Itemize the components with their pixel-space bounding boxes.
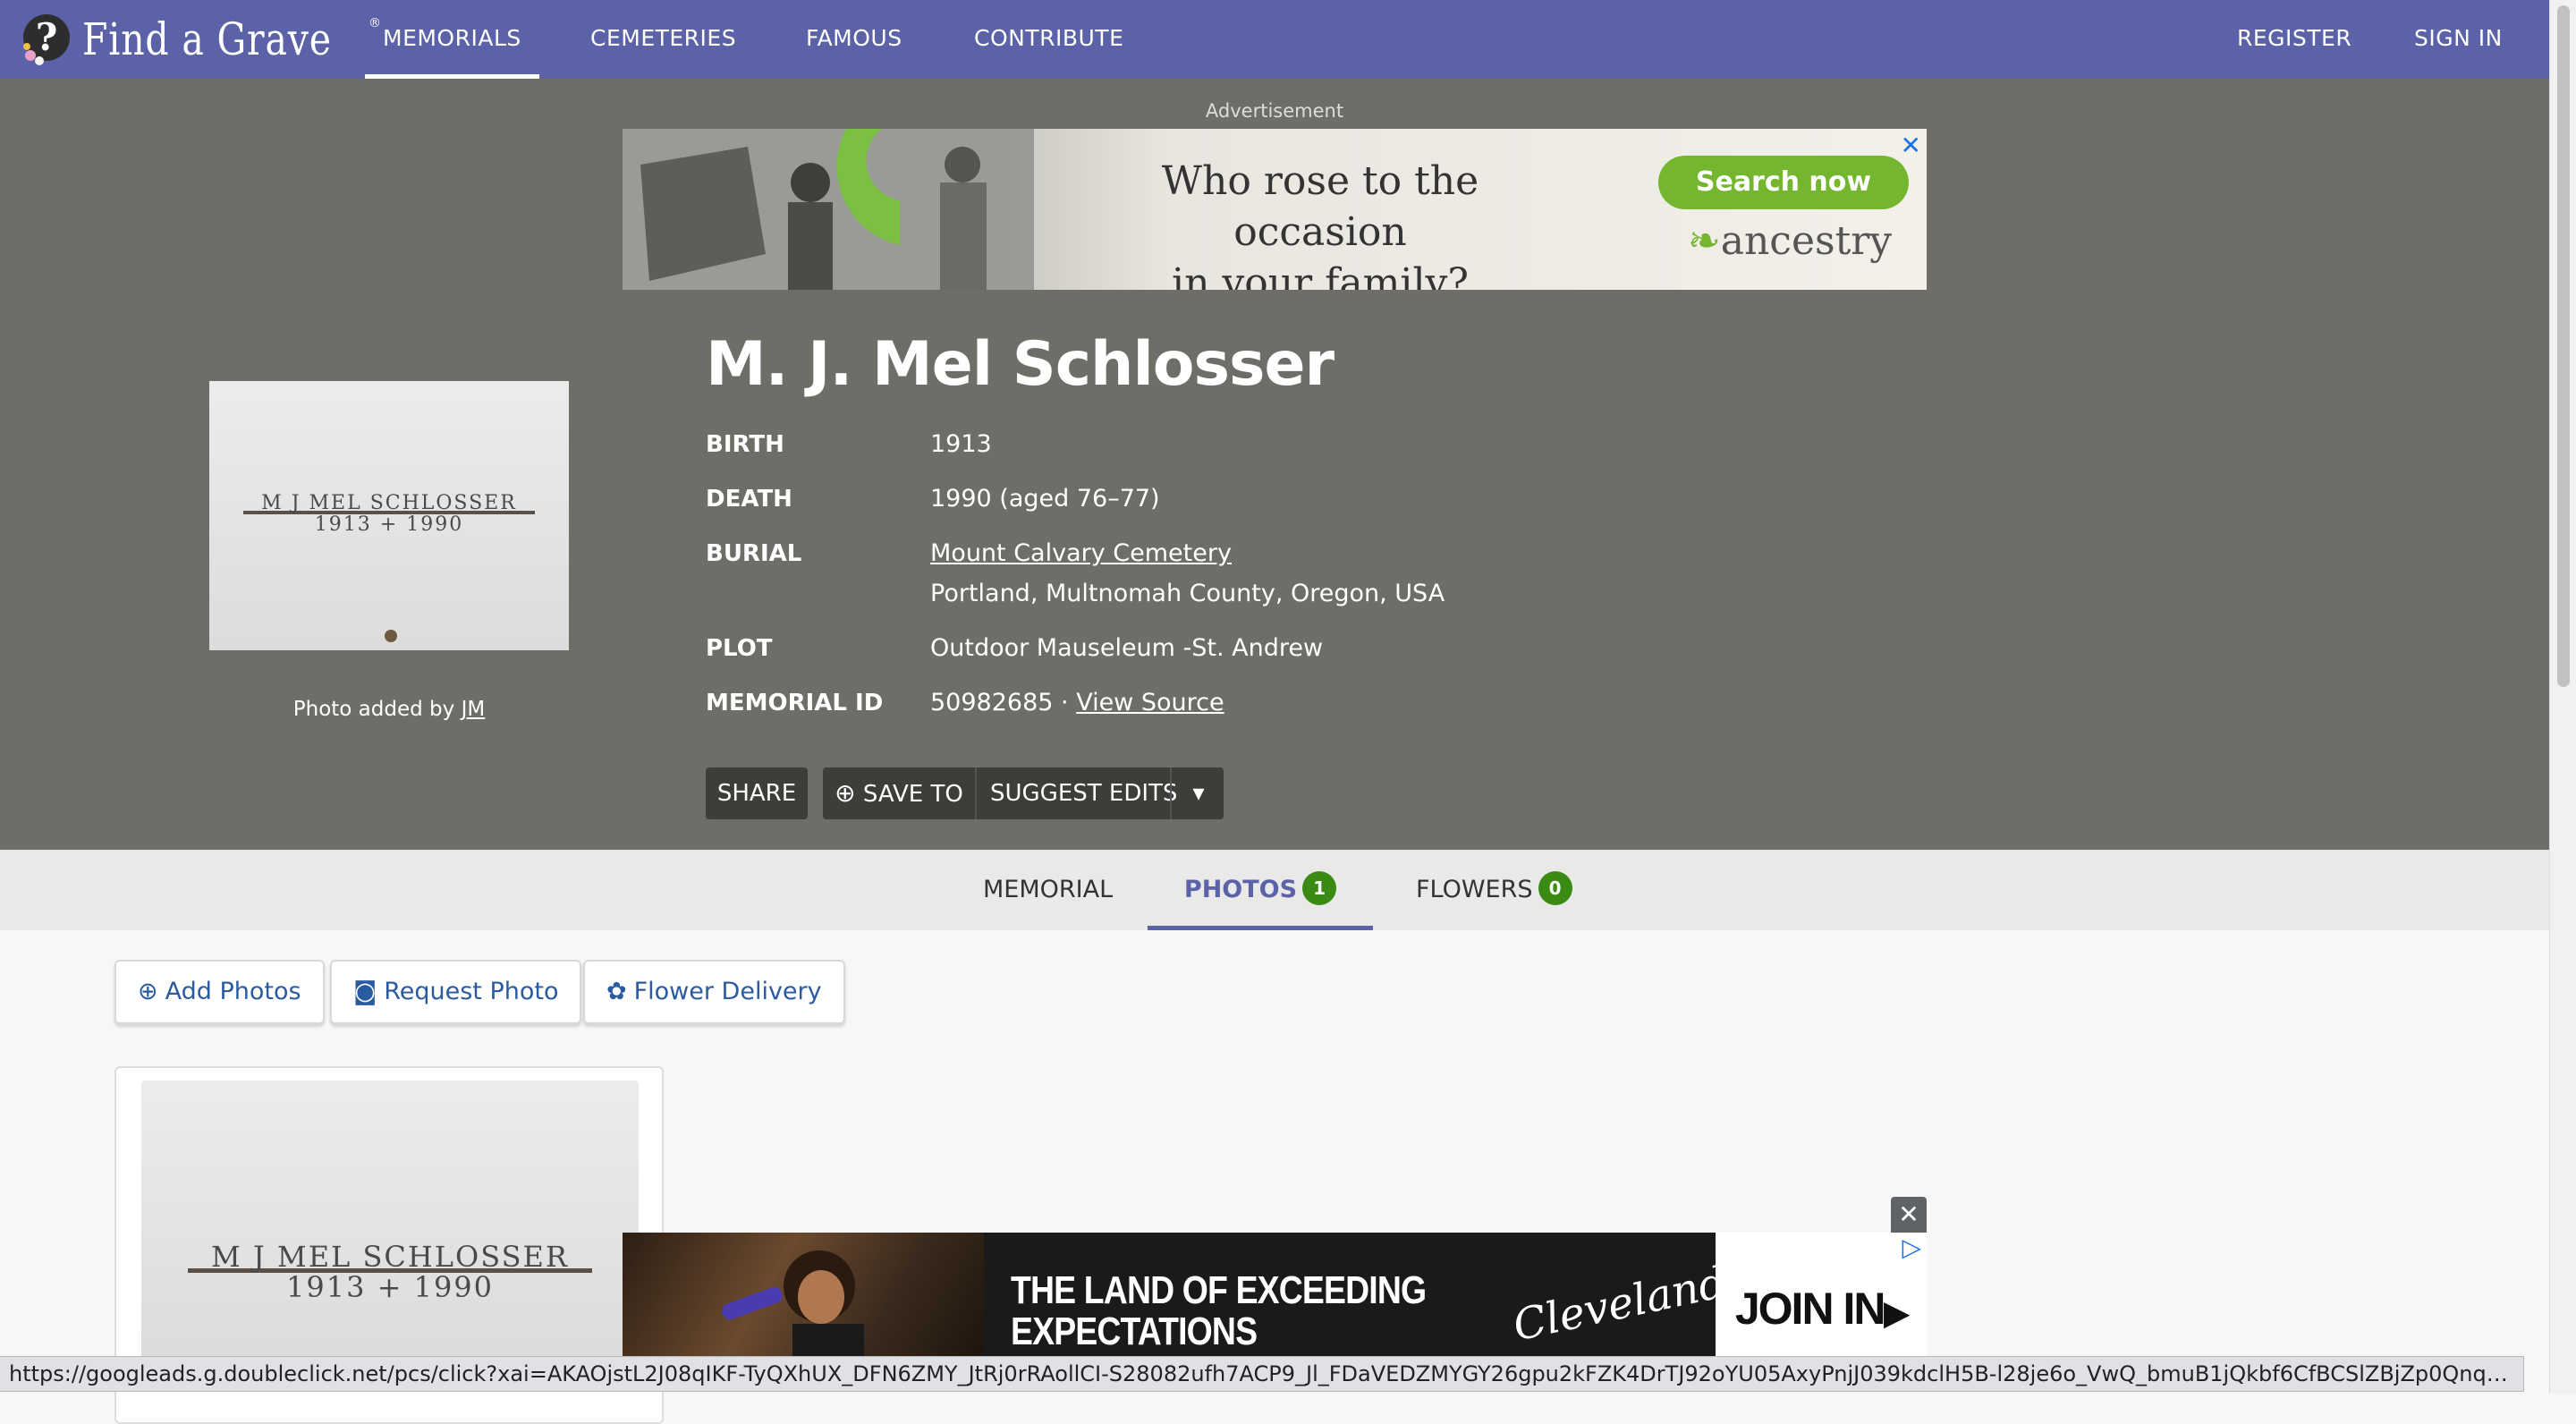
camera-icon: ◙ [353, 978, 377, 1005]
add-photos-button[interactable]: ⊕ Add Photos [114, 960, 325, 1024]
gallery-plaque-name: M J MEL SCHLOSSER [210, 1240, 569, 1274]
request-photo-label: Request Photo [384, 978, 559, 1005]
request-photo-button[interactable]: ◙ Request Photo [330, 960, 582, 1024]
logo-icon: ? [23, 14, 70, 65]
tab-memorial[interactable]: MEMORIAL [983, 850, 1113, 930]
view-source-link[interactable]: View Source [1076, 689, 1224, 716]
memorial-name: M. J. Mel Schlosser [706, 329, 1335, 400]
burial-location: Portland, Multnomah County, Oregon, USA [930, 580, 1445, 607]
ad-brand: ❧ancestry [1669, 218, 1911, 264]
singer-graphic [722, 1250, 864, 1367]
nav-contribute[interactable]: CONTRIBUTE [974, 0, 1123, 79]
plaque-name: M J MEL SCHLOSSER [261, 492, 517, 514]
ad-headline: Who rose to the occasion in your family? [1070, 156, 1571, 290]
burial-cemetery-link[interactable]: Mount Calvary Cemetery [930, 539, 1232, 567]
ad-search-now-button[interactable]: Search now [1658, 156, 1909, 209]
top-advertisement[interactable]: Who rose to the occasion in your family?… [623, 129, 1927, 290]
bottom-ad-brand: Cleveland [1508, 1257, 1731, 1352]
ancestry-leaf-icon: ❧ [1687, 218, 1721, 264]
advertisement-label: Advertisement [1205, 100, 1344, 122]
bottom-ad-headline: THE LAND OF EXCEEDING EXPECTATIONS [1011, 1268, 1427, 1353]
memorial-id-value: 50982685 · [930, 689, 1069, 716]
register-link[interactable]: REGISTER [2237, 0, 2351, 79]
gallery-photo[interactable]: M J MEL SCHLOSSER 1913 + 1990 [141, 1081, 639, 1385]
photo-contributor-link[interactable]: JM [462, 698, 486, 721]
ad-choices-icon[interactable]: ▷ [1902, 1233, 1921, 1262]
tab-photos-label: PHOTOS [1183, 876, 1298, 903]
memorial-header: Advertisement Who rose to the occasion i… [0, 79, 2549, 850]
birth-label: BIRTH [706, 431, 784, 458]
bottom-ad-headline-line1: THE LAND OF EXCEEDING [1011, 1268, 1427, 1312]
link-status-bar: https://googleads.g.doubleclick.net/pcs/… [0, 1356, 2524, 1392]
scrollbar-thumb[interactable] [2557, 5, 2570, 687]
button-divider-2 [1170, 767, 1172, 819]
save-to-label: SAVE TO [862, 781, 963, 808]
flower-icon: ✿ [606, 978, 627, 1005]
logo-link[interactable]: ? Find a Grave ® [20, 9, 381, 70]
flower-delivery-button[interactable]: ✿ Flower Delivery [583, 960, 845, 1024]
death-value: 1990 (aged 76–77) [930, 485, 1160, 513]
flower-delivery-label: Flower Delivery [633, 978, 822, 1005]
nav-cemeteries[interactable]: CEMETERIES [590, 0, 736, 79]
nav-memorials[interactable]: MEMORIALS [365, 0, 539, 79]
nav-famous[interactable]: FAMOUS [806, 0, 902, 79]
burial-label: BURIAL [706, 540, 802, 567]
ad-headline-line1: Who rose to the occasion [1161, 158, 1479, 255]
plaque-rosette-icon [385, 630, 397, 642]
death-label: DEATH [706, 486, 792, 513]
save-to-button[interactable]: ⊕ SAVE TO [823, 767, 975, 819]
bottom-ad-cta-label: JOIN IN [1734, 1284, 1886, 1334]
flowers-count-badge: 0 [1538, 870, 1572, 905]
suggest-edits-button[interactable]: SUGGEST EDITS [990, 767, 1177, 819]
tab-flowers[interactable]: FLOWERS 0 [1416, 850, 1572, 930]
photo-credit-prefix: Photo added by [292, 698, 455, 721]
bottom-ad-close-icon[interactable]: ✕ [1891, 1197, 1927, 1233]
sign-in-link[interactable]: SIGN IN [2414, 0, 2503, 79]
plus-circle-icon: ⊕ [138, 978, 158, 1005]
more-options-chevron-icon[interactable]: ▾ [1174, 767, 1224, 819]
top-navigation: ? Find a Grave ® MEMORIALS CEMETERIES FA… [0, 0, 2549, 79]
share-button[interactable]: SHARE [706, 767, 808, 819]
add-photos-label: Add Photos [165, 978, 301, 1005]
bottom-ad-headline-line2: EXPECTATIONS [1011, 1310, 1258, 1353]
play-arrow-icon: ▶ [1884, 1294, 1909, 1331]
plus-circle-icon: ⊕ [835, 778, 856, 808]
plot-label: PLOT [706, 635, 773, 662]
ad-photo-graphic [623, 129, 1034, 290]
memorial-id-label: MEMORIAL ID [706, 690, 884, 716]
tab-flowers-label: FLOWERS [1416, 876, 1533, 903]
ad-headline-line2: in your family? [1172, 260, 1469, 290]
plaque-dates: 1913 + 1990 [314, 513, 464, 536]
gallery-plaque-dates: 1913 + 1990 [285, 1270, 495, 1304]
save-edit-button-group: ⊕ SAVE TO SUGGEST EDITS ▾ [823, 767, 1224, 819]
bottom-ad-join-in[interactable]: JOIN IN▶ [1716, 1233, 1927, 1367]
svg-text:?: ? [36, 15, 58, 59]
photos-count-badge: 1 [1302, 870, 1337, 905]
page-scrollbar[interactable] [2549, 0, 2576, 1394]
logo-text: Find a Grave [82, 13, 332, 65]
memorial-id-row: 50982685 · View Source [930, 689, 1224, 716]
memorial-photo[interactable]: M J MEL SCHLOSSER 1913 + 1990 [209, 381, 569, 650]
bottom-advertisement[interactable]: THE LAND OF EXCEEDING EXPECTATIONS Cleve… [623, 1233, 1927, 1367]
button-divider [975, 767, 977, 819]
photo-credit: Photo added by JM [209, 698, 569, 721]
birth-value: 1913 [930, 430, 992, 458]
ad-close-icon[interactable]: ✕ [1901, 131, 1921, 160]
memorial-tabs: MEMORIAL PHOTOS 1 FLOWERS 0 [0, 850, 2549, 930]
ad-brand-name: ancestry [1720, 218, 1893, 264]
bottom-ad-photo [623, 1233, 984, 1367]
tab-photos[interactable]: PHOTOS 1 [1148, 850, 1373, 930]
plot-value: Outdoor Mauseleum -St. Andrew [930, 634, 1324, 662]
